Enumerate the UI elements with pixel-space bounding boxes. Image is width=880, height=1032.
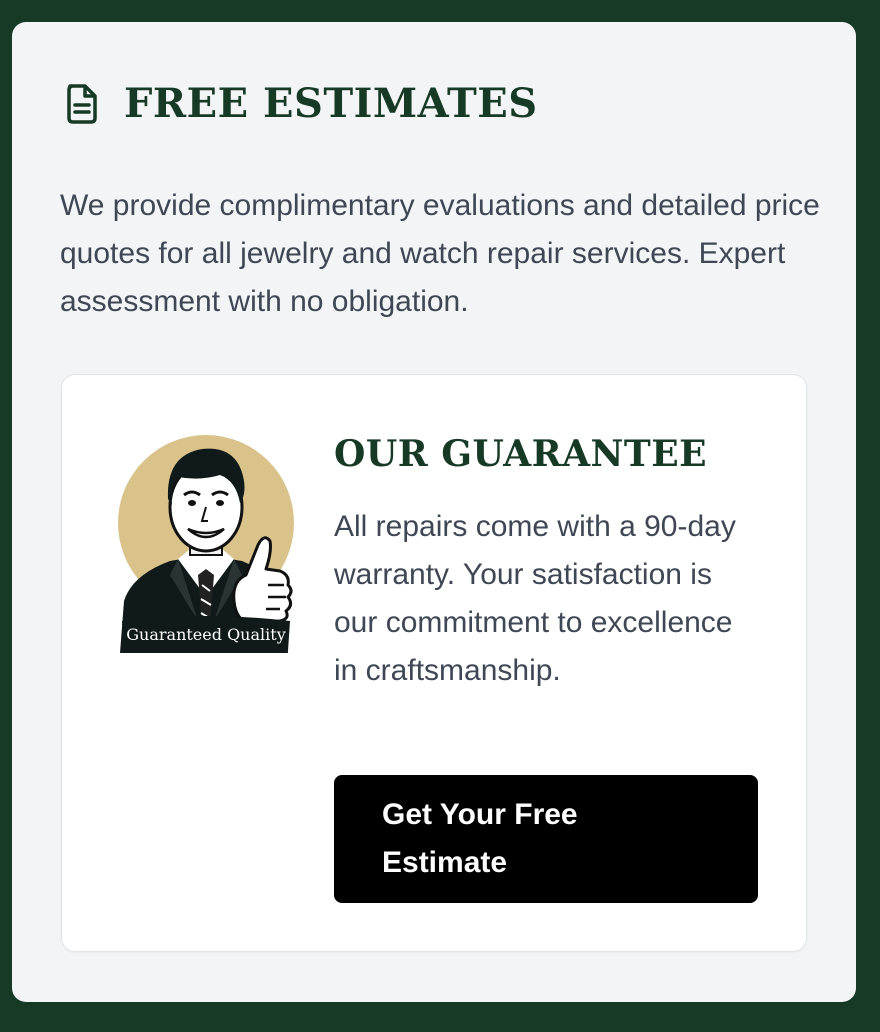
thumbs-up-man-illustration <box>118 435 294 653</box>
get-free-estimate-label: Get Your Free Estimate <box>382 798 578 879</box>
document-icon <box>67 84 97 124</box>
get-free-estimate-button[interactable]: Get Your Free Estimate <box>334 775 758 903</box>
free-estimates-card: FREE ESTIMATES We provide complimentary … <box>12 22 856 1002</box>
guaranteed-quality-badge: Guaranteed Quality <box>126 625 286 644</box>
section-description: We provide complimentary evaluations and… <box>60 189 820 318</box>
section-heading-row: FREE ESTIMATES <box>64 78 538 130</box>
guarantee-text: All repairs come with a 90-day warranty.… <box>334 510 736 687</box>
section-title: FREE ESTIMATES <box>124 80 538 127</box>
guarantee-box: Guaranteed Quality OUR GUARANTEE All rep… <box>61 374 807 952</box>
guarantee-title: OUR GUARANTEE <box>334 433 708 475</box>
